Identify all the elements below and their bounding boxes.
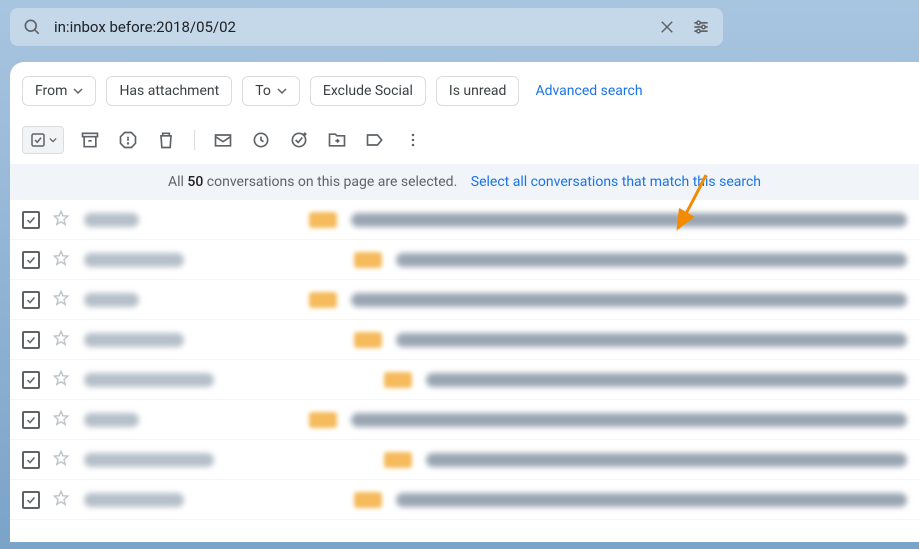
sender-blurred [84,413,139,427]
to-chip[interactable]: To [242,76,300,106]
from-chip[interactable]: From [22,76,96,106]
sender-blurred [84,373,214,387]
select-all-matching-link[interactable]: Select all conversations that match this… [471,174,761,190]
toolbar-divider [194,130,195,150]
report-spam-icon[interactable] [116,128,140,152]
subject-blurred [426,453,907,467]
more-icon[interactable] [401,128,425,152]
row-checkbox[interactable] [22,331,40,349]
sender-blurred [84,253,184,267]
chevron-down-icon [49,136,57,144]
exclude-social-label: Exclude Social [323,83,413,99]
check-icon [25,254,37,266]
star-icon[interactable] [52,489,70,511]
sender-blurred [84,213,139,227]
label-blurred [309,412,337,428]
star-icon[interactable] [52,249,70,271]
subject-blurred [396,253,907,267]
label-blurred [384,372,412,388]
to-chip-label: To [255,83,271,99]
row-checkbox[interactable] [22,451,40,469]
exclude-social-chip[interactable]: Exclude Social [310,76,426,106]
mark-unread-icon[interactable] [211,128,235,152]
email-row[interactable] [10,400,919,440]
label-blurred [309,212,337,228]
from-chip-label: From [35,83,67,99]
label-blurred [354,492,382,508]
chevron-down-icon [73,86,83,96]
has-attachment-chip[interactable]: Has attachment [106,76,232,106]
star-icon[interactable] [52,289,70,311]
banner-count: 50 [187,174,203,190]
email-row[interactable] [10,480,919,520]
subject-blurred [351,413,907,427]
snooze-icon[interactable] [249,128,273,152]
row-checkbox[interactable] [22,491,40,509]
row-checkbox[interactable] [22,211,40,229]
star-icon[interactable] [52,209,70,231]
archive-icon[interactable] [78,128,102,152]
email-row[interactable] [10,240,919,280]
email-row[interactable] [10,320,919,360]
check-icon [25,414,37,426]
check-icon [25,294,37,306]
banner-prefix: All [168,174,187,190]
star-icon[interactable] [52,449,70,471]
email-row[interactable] [10,200,919,240]
search-icon [20,15,44,39]
email-row[interactable] [10,440,919,480]
subject-blurred [426,373,907,387]
check-icon [25,374,37,386]
sender-blurred [84,453,214,467]
is-unread-chip[interactable]: Is unread [436,76,520,106]
is-unread-label: Is unread [449,83,507,99]
sender-blurred [84,333,184,347]
clear-search-icon[interactable] [655,15,679,39]
checkbox-checked-icon [29,131,47,149]
email-list [10,200,919,520]
row-checkbox[interactable] [22,251,40,269]
label-blurred [309,292,337,308]
has-attachment-label: Has attachment [119,83,219,99]
toolbar [10,120,919,164]
check-icon [25,454,37,466]
search-bar[interactable]: in:inbox before:2018/05/02 [10,8,723,46]
row-checkbox[interactable] [22,291,40,309]
email-row[interactable] [10,360,919,400]
check-icon [25,494,37,506]
move-to-icon[interactable] [325,128,349,152]
chevron-down-icon [277,86,287,96]
row-checkbox[interactable] [22,371,40,389]
label-blurred [354,252,382,268]
star-icon[interactable] [52,409,70,431]
label-blurred [354,332,382,348]
subject-blurred [396,333,907,347]
subject-blurred [351,293,907,307]
content-panel: From Has attachment To Exclude Social Is… [10,62,919,542]
subject-blurred [396,493,907,507]
select-all-button[interactable] [22,126,64,154]
email-row[interactable] [10,280,919,320]
filter-chips-row: From Has attachment To Exclude Social Is… [10,62,919,120]
star-icon[interactable] [52,369,70,391]
selection-banner: All 50 conversations on this page are se… [10,164,919,200]
advanced-search-link[interactable]: Advanced search [535,83,642,99]
delete-icon[interactable] [154,128,178,152]
banner-suffix: conversations on this page are selected. [203,174,457,190]
subject-blurred [351,213,907,227]
check-icon [25,214,37,226]
sender-blurred [84,493,184,507]
label-blurred [384,452,412,468]
search-query-text[interactable]: in:inbox before:2018/05/02 [54,18,645,36]
star-icon[interactable] [52,329,70,351]
add-to-tasks-icon[interactable] [287,128,311,152]
row-checkbox[interactable] [22,411,40,429]
search-options-icon[interactable] [689,15,713,39]
sender-blurred [84,293,139,307]
labels-icon[interactable] [363,128,387,152]
check-icon [25,334,37,346]
